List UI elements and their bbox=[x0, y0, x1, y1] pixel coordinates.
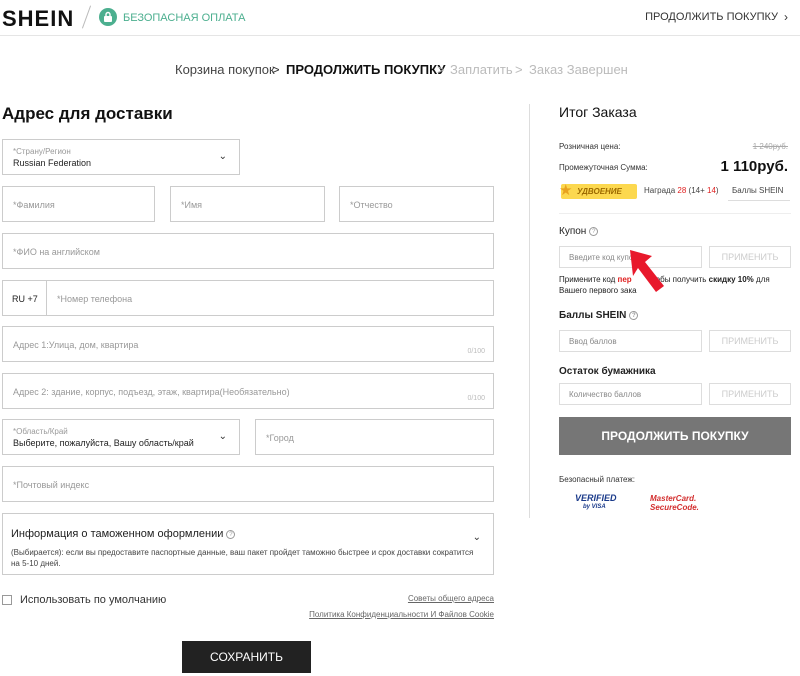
chevron-right-icon: › bbox=[784, 10, 788, 24]
save-button[interactable]: СОХРАНИТЬ bbox=[182, 641, 311, 673]
lastname-placeholder: *Фамилия bbox=[13, 200, 55, 210]
phone-placeholder: *Номер телефона bbox=[57, 294, 133, 304]
reward-total: 28 bbox=[677, 186, 687, 195]
reward-close: ) bbox=[715, 186, 719, 195]
points-title: Баллы SHEIN? bbox=[559, 310, 639, 321]
wallet-input[interactable]: Количество баллов bbox=[559, 383, 702, 405]
address-title: Адрес для доставки bbox=[2, 104, 173, 123]
lastname-input[interactable]: *Фамилия bbox=[2, 186, 155, 222]
firstname-placeholder: *Имя bbox=[181, 200, 203, 210]
patronymic-input[interactable]: *Отчество bbox=[339, 186, 494, 222]
points-input[interactable]: Ввод баллов bbox=[559, 330, 702, 352]
visa-top-text: VERIFIED bbox=[575, 493, 617, 503]
secure-payment-label: БЕЗОПАСНАЯ ОПЛАТА bbox=[123, 12, 246, 24]
region-label: *Область/Край bbox=[13, 427, 68, 436]
star-icon: ★ bbox=[559, 182, 573, 199]
postcode-input[interactable]: *Почтовый индекс bbox=[2, 466, 494, 502]
discount-highlight: скидку 10% bbox=[708, 275, 754, 284]
wallet-placeholder: Количество баллов bbox=[569, 390, 642, 399]
address2-counter: 0/100 bbox=[467, 395, 485, 402]
customs-description: (Выбирается): если вы предоставите паспо… bbox=[11, 548, 474, 568]
reward-points: Награда 28 (14+ 14) bbox=[644, 186, 719, 195]
customs-title-text: Информация о таможенном оформлении bbox=[11, 528, 224, 540]
reward-label: Награда bbox=[644, 186, 676, 195]
address2-input[interactable]: Адрес 2: здание, корпус, подъезд, этаж, … bbox=[2, 373, 494, 409]
breadcrumb-checkout: ПРОДОЛЖИТЬ ПОКУПКУ bbox=[286, 62, 446, 77]
phone-country-code[interactable]: RU +7 bbox=[3, 281, 47, 315]
shein-points-label: Баллы SHEIN bbox=[732, 186, 784, 195]
column-divider bbox=[529, 104, 530, 518]
city-input[interactable]: *Город bbox=[255, 419, 494, 455]
points-placeholder: Ввод баллов bbox=[569, 337, 617, 346]
coupon-title-text: Купон bbox=[559, 226, 587, 237]
country-value: Russian Federation bbox=[13, 158, 92, 168]
retail-price-label: Розничная цена: bbox=[559, 142, 621, 151]
continue-shopping-link[interactable]: ПРОДОЛЖИТЬ ПОКУПКУ bbox=[645, 11, 778, 23]
chevron-down-icon[interactable]: ⌄ bbox=[473, 532, 481, 543]
wallet-title: Остаток бумажника bbox=[559, 366, 656, 377]
address1-input[interactable]: Адрес 1:Улица, дом, квартира 0/100 bbox=[2, 326, 494, 362]
breadcrumb-separator: > bbox=[515, 62, 523, 77]
lock-icon bbox=[99, 8, 117, 26]
address2-placeholder: Адрес 2: здание, корпус, подъезд, этаж, … bbox=[13, 387, 290, 397]
subtotal-label: Промежуточная Сумма: bbox=[559, 163, 648, 172]
breadcrumb-separator: > bbox=[272, 62, 280, 77]
secure-payment-label: Безопасный платеж: bbox=[559, 475, 635, 484]
reward-base: (14+ bbox=[688, 186, 705, 195]
visa-bottom-text: by VISA bbox=[583, 504, 606, 510]
divider bbox=[728, 200, 790, 201]
points-title-text: Баллы SHEIN bbox=[559, 310, 627, 321]
apply-wallet-button[interactable]: ПРИМЕНИТЬ bbox=[709, 383, 791, 405]
city-placeholder: *Город bbox=[266, 433, 294, 443]
reward-bonus: 14 bbox=[707, 186, 716, 195]
use-default-label: Использовать по умолчанию bbox=[20, 594, 167, 606]
info-icon[interactable]: ? bbox=[226, 529, 236, 539]
customs-title: Информация о таможенном оформлении? bbox=[11, 528, 236, 540]
breadcrumb-complete: Заказ Завершен bbox=[529, 62, 628, 77]
region-select[interactable]: *Область/Край Выберите, пожалуйста, Вашу… bbox=[2, 419, 240, 455]
postcode-placeholder: *Почтовый индекс bbox=[13, 480, 90, 490]
apply-points-button[interactable]: ПРИМЕНИТЬ bbox=[709, 330, 791, 352]
note-text: Примените код bbox=[559, 275, 616, 284]
summary-title: Итог Заказа bbox=[559, 104, 637, 120]
breadcrumb-separator: > bbox=[437, 62, 445, 77]
phone-input[interactable]: RU +7 *Номер телефона bbox=[2, 280, 494, 316]
apply-coupon-button[interactable]: ПРИМЕНИТЬ bbox=[709, 246, 791, 268]
mc-top-text: MasterCard. bbox=[650, 494, 697, 503]
logo-divider bbox=[81, 5, 92, 29]
privacy-policy-link[interactable]: Политика Конфиденциальности И Файлов Coo… bbox=[309, 610, 494, 619]
continue-checkout-button[interactable]: ПРОДОЛЖИТЬ ПОКУПКУ bbox=[559, 417, 791, 455]
coupon-note: Примените код пер чтобы получить скидку … bbox=[559, 274, 791, 296]
address1-counter: 0/100 bbox=[467, 348, 485, 355]
region-value: Выберите, пожалуйста, Вашу область/край bbox=[13, 438, 194, 448]
retail-price-value: 1 240руб. bbox=[752, 142, 788, 151]
fullname-en-placeholder: *ФИО на английском bbox=[13, 247, 100, 257]
coupon-title: Купон? bbox=[559, 226, 599, 237]
mastercard-securecode-logo: MasterCard. SecureCode. bbox=[650, 494, 699, 512]
divider bbox=[559, 213, 791, 214]
top-header: SHEIN БЕЗОПАСНАЯ ОПЛАТА ПРОДОЛЖИТЬ ПОКУП… bbox=[0, 0, 800, 36]
verified-by-visa-logo: VERIFIED by VISA bbox=[575, 494, 617, 512]
use-default-checkbox[interactable] bbox=[2, 595, 12, 605]
country-select[interactable]: *Страну/Регион Russian Federation ⌄ bbox=[2, 139, 240, 175]
address-tips-link[interactable]: Советы общего адреса bbox=[408, 594, 494, 603]
fullname-en-input[interactable]: *ФИО на английском bbox=[2, 233, 494, 269]
address1-placeholder: Адрес 1:Улица, дом, квартира bbox=[13, 340, 139, 350]
info-icon[interactable]: ? bbox=[589, 226, 599, 236]
breadcrumb-cart[interactable]: Корзина покупок bbox=[175, 62, 275, 77]
customs-info-panel[interactable]: Информация о таможенном оформлении? (Выб… bbox=[2, 513, 494, 575]
patronymic-placeholder: *Отчество bbox=[350, 200, 393, 210]
mc-bottom-text: SecureCode. bbox=[650, 503, 699, 512]
promo-badge-text: УДВОЕНИЕ bbox=[577, 187, 622, 196]
shein-logo[interactable]: SHEIN bbox=[2, 6, 74, 32]
chevron-down-icon: ⌄ bbox=[218, 431, 227, 442]
double-points-badge: ★ УДВОЕНИЕ bbox=[559, 182, 637, 199]
info-icon[interactable]: ? bbox=[629, 310, 639, 320]
breadcrumb-pay: Заплатить bbox=[450, 62, 513, 77]
country-label: *Страну/Регион bbox=[13, 147, 71, 156]
subtotal-value: 1 110руб. bbox=[720, 158, 788, 175]
red-arrow-icon bbox=[630, 250, 664, 292]
firstname-input[interactable]: *Имя bbox=[170, 186, 325, 222]
chevron-down-icon: ⌄ bbox=[218, 151, 227, 162]
